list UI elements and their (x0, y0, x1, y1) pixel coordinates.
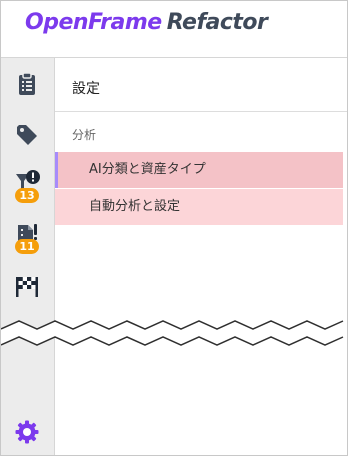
content-break-divider (1, 320, 347, 346)
app-frame: OpenFrame Refactor 13 11 設定 分析 AI分類と資産タイ… (0, 0, 348, 456)
nav-item-label: 自動分析と設定 (89, 199, 181, 214)
page-title: 設定 (72, 81, 100, 97)
settings-panel: 設定 分析 AI分類と資産タイプ 自動分析と設定 (55, 58, 347, 455)
brand-logo[interactable]: OpenFrame Refactor (25, 10, 268, 35)
icon-sidebar: 13 11 (1, 58, 55, 455)
tag-icon[interactable] (13, 121, 41, 149)
nav-item-ai-classification[interactable]: AI分類と資産タイプ (55, 152, 343, 188)
title-divider (55, 111, 347, 112)
funnel-badge: 13 (15, 188, 39, 203)
document-badge: 11 (15, 239, 39, 254)
clipboard-list-icon[interactable] (13, 70, 41, 98)
section-heading-analysis: 分析 (72, 128, 97, 142)
nav-item-auto-analysis[interactable]: 自動分析と設定 (55, 189, 343, 225)
nav-item-label: AI分類と資産タイプ (89, 162, 206, 177)
checkered-flag-icon[interactable] (13, 272, 41, 300)
header: OpenFrame Refactor (1, 1, 347, 58)
gear-icon[interactable] (14, 419, 40, 445)
brand-name-part1: OpenFrame (25, 10, 162, 35)
brand-name-part2: Refactor (166, 10, 268, 35)
